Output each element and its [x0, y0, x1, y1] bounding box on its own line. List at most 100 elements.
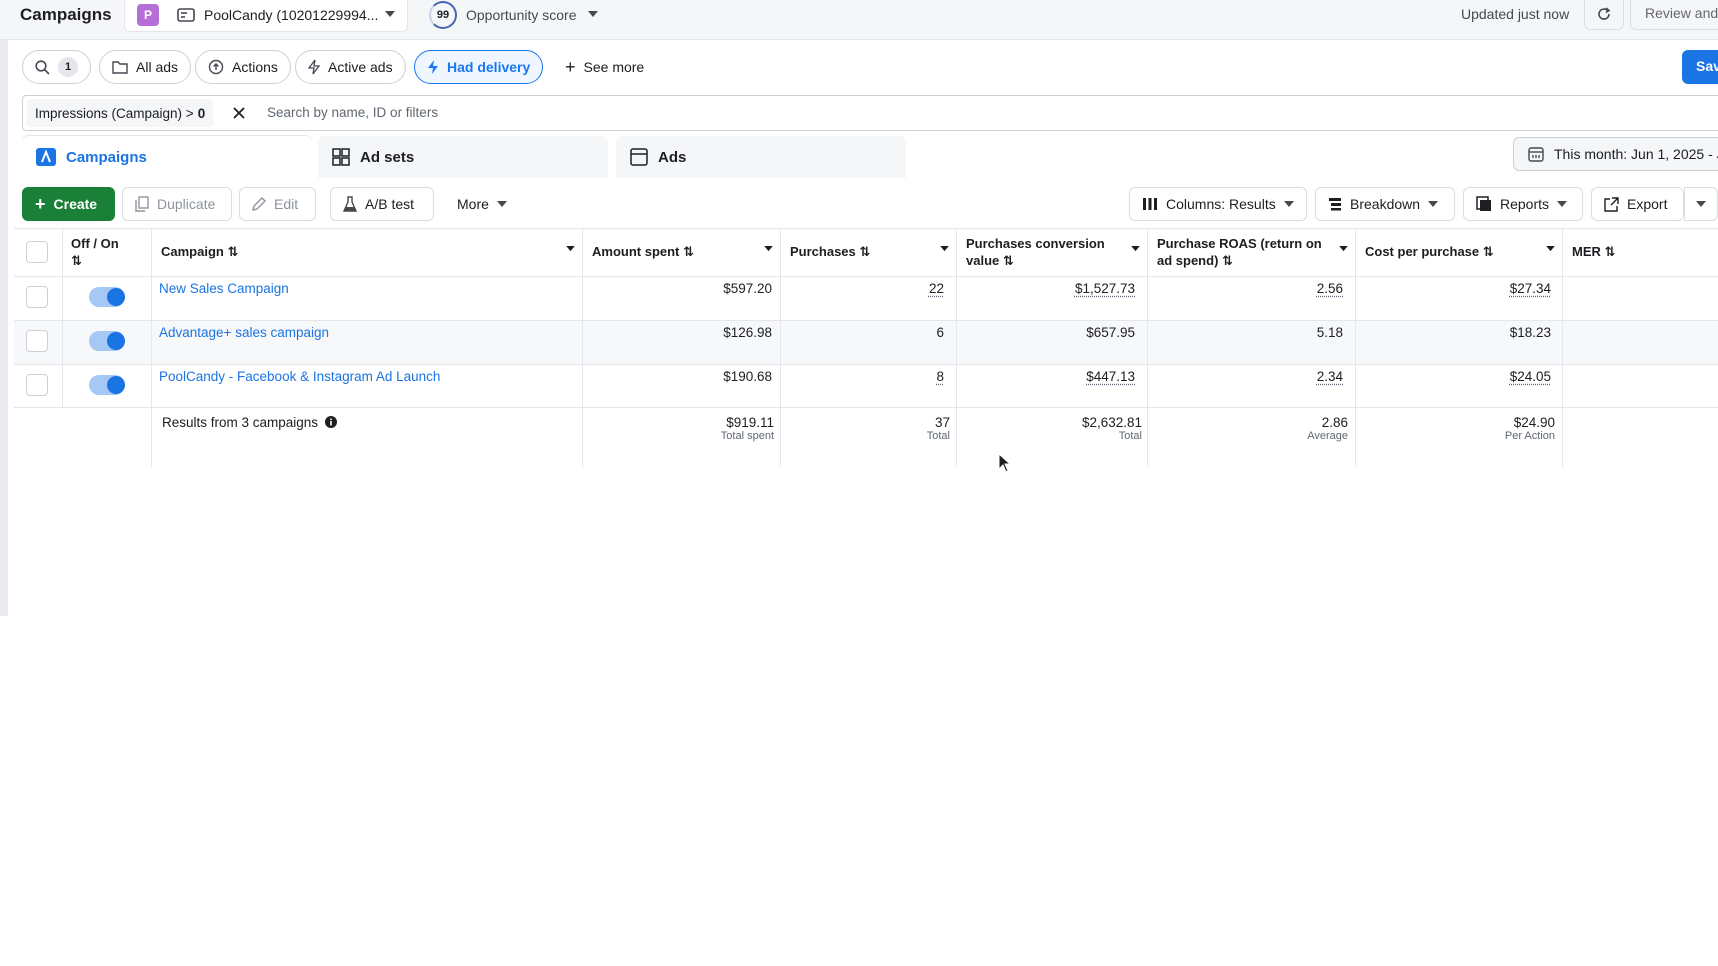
- divider: [14, 320, 1718, 321]
- tab-ads[interactable]: Ads: [616, 136, 906, 178]
- roas-cell[interactable]: 5.18: [1157, 325, 1343, 340]
- row-checkbox[interactable]: [26, 374, 48, 396]
- tab-ad-sets[interactable]: Ad sets: [318, 136, 608, 178]
- caret-down-icon[interactable]: [588, 11, 598, 18]
- cpp-cell[interactable]: $27.34: [1365, 281, 1551, 296]
- divider: [14, 407, 1718, 408]
- caret-down-icon[interactable]: [1546, 246, 1555, 252]
- purchases-cell[interactable]: 6: [790, 325, 944, 340]
- duplicate-icon: [135, 196, 149, 212]
- header-off-on-label: Off / On: [71, 236, 119, 251]
- purchases-cell[interactable]: 8: [790, 369, 944, 384]
- filter-count-badge: 1: [58, 57, 78, 77]
- campaign-name-link[interactable]: New Sales Campaign: [159, 281, 289, 296]
- see-more-pill[interactable]: + See more: [553, 50, 656, 84]
- campaign-name-link[interactable]: PoolCandy - Facebook & Instagram Ad Laun…: [159, 369, 440, 384]
- row-checkbox[interactable]: [26, 286, 48, 308]
- caret-down-icon[interactable]: [940, 246, 949, 252]
- amount-spent-cell: $126.98: [592, 325, 772, 340]
- create-button[interactable]: + Create: [22, 187, 115, 221]
- search-input[interactable]: Search by name, ID or filters: [267, 105, 438, 120]
- roas-cell[interactable]: 2.34: [1157, 369, 1343, 384]
- search-filter-bar[interactable]: Impressions (Campaign) > 0 Search by nam…: [22, 95, 1718, 131]
- duplicate-button[interactable]: Duplicate: [122, 187, 232, 221]
- reports-button[interactable]: Reports: [1463, 187, 1583, 221]
- total-cpp-cell: $24.90 Per Action: [1365, 415, 1555, 442]
- account-selector[interactable]: P PoolCandy (10201229994...: [124, 0, 408, 32]
- caret-down-icon[interactable]: [566, 246, 575, 252]
- caret-down-icon[interactable]: [1339, 246, 1348, 252]
- had-delivery-pill[interactable]: Had delivery: [414, 50, 543, 84]
- cpp-cell[interactable]: $18.23: [1365, 325, 1551, 340]
- sort-icon: ⇅: [1003, 253, 1014, 268]
- columns-icon: [1142, 197, 1158, 211]
- total-pcv-value: $2,632.81: [966, 415, 1142, 430]
- campaign-toggle[interactable]: [89, 375, 125, 395]
- purchases-cell[interactable]: 22: [790, 281, 944, 296]
- campaign-name-link[interactable]: Advantage+ sales campaign: [159, 325, 329, 340]
- refresh-button[interactable]: [1584, 0, 1624, 30]
- campaign-toggle[interactable]: [89, 287, 125, 307]
- pcv-cell[interactable]: $447.13: [966, 369, 1135, 384]
- total-spent-cell: $919.11 Total spent: [592, 415, 774, 442]
- total-purchases-sub: Total: [790, 430, 950, 442]
- campaign-toggle[interactable]: [89, 331, 125, 351]
- header-off-on[interactable]: Off / On ⇅: [71, 235, 119, 283]
- had-delivery-label: Had delivery: [447, 59, 530, 75]
- cpp-cell[interactable]: $24.05: [1365, 369, 1551, 384]
- results-summary: Results from 3 campaigns: [162, 415, 337, 430]
- date-range-label: This month: Jun 1, 2025 - J: [1554, 146, 1718, 162]
- header-pcv-label-1: Purchases conversion: [966, 236, 1105, 251]
- export-options-button[interactable]: [1684, 187, 1718, 221]
- review-button[interactable]: Review and: [1630, 0, 1718, 30]
- export-button[interactable]: Export: [1591, 187, 1684, 221]
- active-ads-pill[interactable]: Active ads: [295, 50, 406, 84]
- export-label: Export: [1627, 196, 1667, 212]
- reports-icon: [1476, 196, 1492, 212]
- total-roas-value: 2.86: [1157, 415, 1348, 430]
- sort-icon: ⇅: [1483, 244, 1494, 259]
- ad-icon: [630, 148, 648, 166]
- filter-token[interactable]: Impressions (Campaign) > 0: [27, 99, 213, 127]
- info-icon[interactable]: [325, 416, 337, 428]
- more-button[interactable]: More: [445, 187, 525, 221]
- pcv-cell[interactable]: $657.95: [966, 325, 1135, 340]
- row-checkbox[interactable]: [26, 330, 48, 352]
- date-range-picker[interactable]: This month: Jun 1, 2025 - J: [1513, 137, 1718, 171]
- ab-test-button[interactable]: A/B test: [330, 187, 434, 221]
- refresh-icon: [1596, 6, 1612, 22]
- save-button[interactable]: Sav: [1682, 50, 1718, 84]
- total-spent-value: $919.11: [592, 415, 774, 430]
- roas-cell[interactable]: 2.56: [1157, 281, 1343, 296]
- all-ads-pill[interactable]: All ads: [99, 50, 191, 84]
- caret-down-icon: [1284, 201, 1294, 208]
- actions-label: Actions: [232, 59, 278, 75]
- header-campaign-label: Campaign: [161, 244, 224, 259]
- duplicate-label: Duplicate: [157, 196, 215, 212]
- divider: [780, 228, 781, 467]
- search-filter-pill[interactable]: 1: [22, 50, 91, 84]
- pcv-cell[interactable]: $1,527.73: [966, 281, 1135, 296]
- caret-down-icon[interactable]: [764, 246, 773, 252]
- flask-icon: [343, 196, 357, 212]
- close-icon[interactable]: [231, 105, 247, 121]
- divider: [1147, 228, 1148, 467]
- top-bar: Campaigns P PoolCandy (10201229994... 99…: [0, 0, 1718, 40]
- breakdown-label: Breakdown: [1350, 196, 1420, 212]
- tab-campaigns[interactable]: Campaigns: [22, 136, 312, 178]
- header-purchases-conversion-value[interactable]: Purchases conversion value ⇅: [966, 235, 1105, 283]
- select-all-checkbox[interactable]: [26, 241, 48, 263]
- sort-icon: ⇅: [683, 244, 694, 259]
- ad-account-icon: [177, 8, 195, 22]
- opportunity-score-label[interactable]: Opportunity score: [466, 7, 577, 23]
- opportunity-score-badge[interactable]: 99: [429, 1, 457, 29]
- actions-pill[interactable]: Actions: [195, 50, 291, 84]
- edit-button[interactable]: Edit: [239, 187, 316, 221]
- header-purchase-roas[interactable]: Purchase ROAS (return on ad spend) ⇅: [1157, 235, 1322, 283]
- header-mer[interactable]: MER ⇅: [1572, 243, 1615, 291]
- columns-button[interactable]: Columns: Results: [1129, 187, 1307, 221]
- header-roas-label-1: Purchase ROAS (return on: [1157, 236, 1322, 251]
- breakdown-button[interactable]: Breakdown: [1315, 187, 1455, 221]
- caret-down-icon[interactable]: [1131, 246, 1140, 252]
- total-cpp-value: $24.90: [1365, 415, 1555, 430]
